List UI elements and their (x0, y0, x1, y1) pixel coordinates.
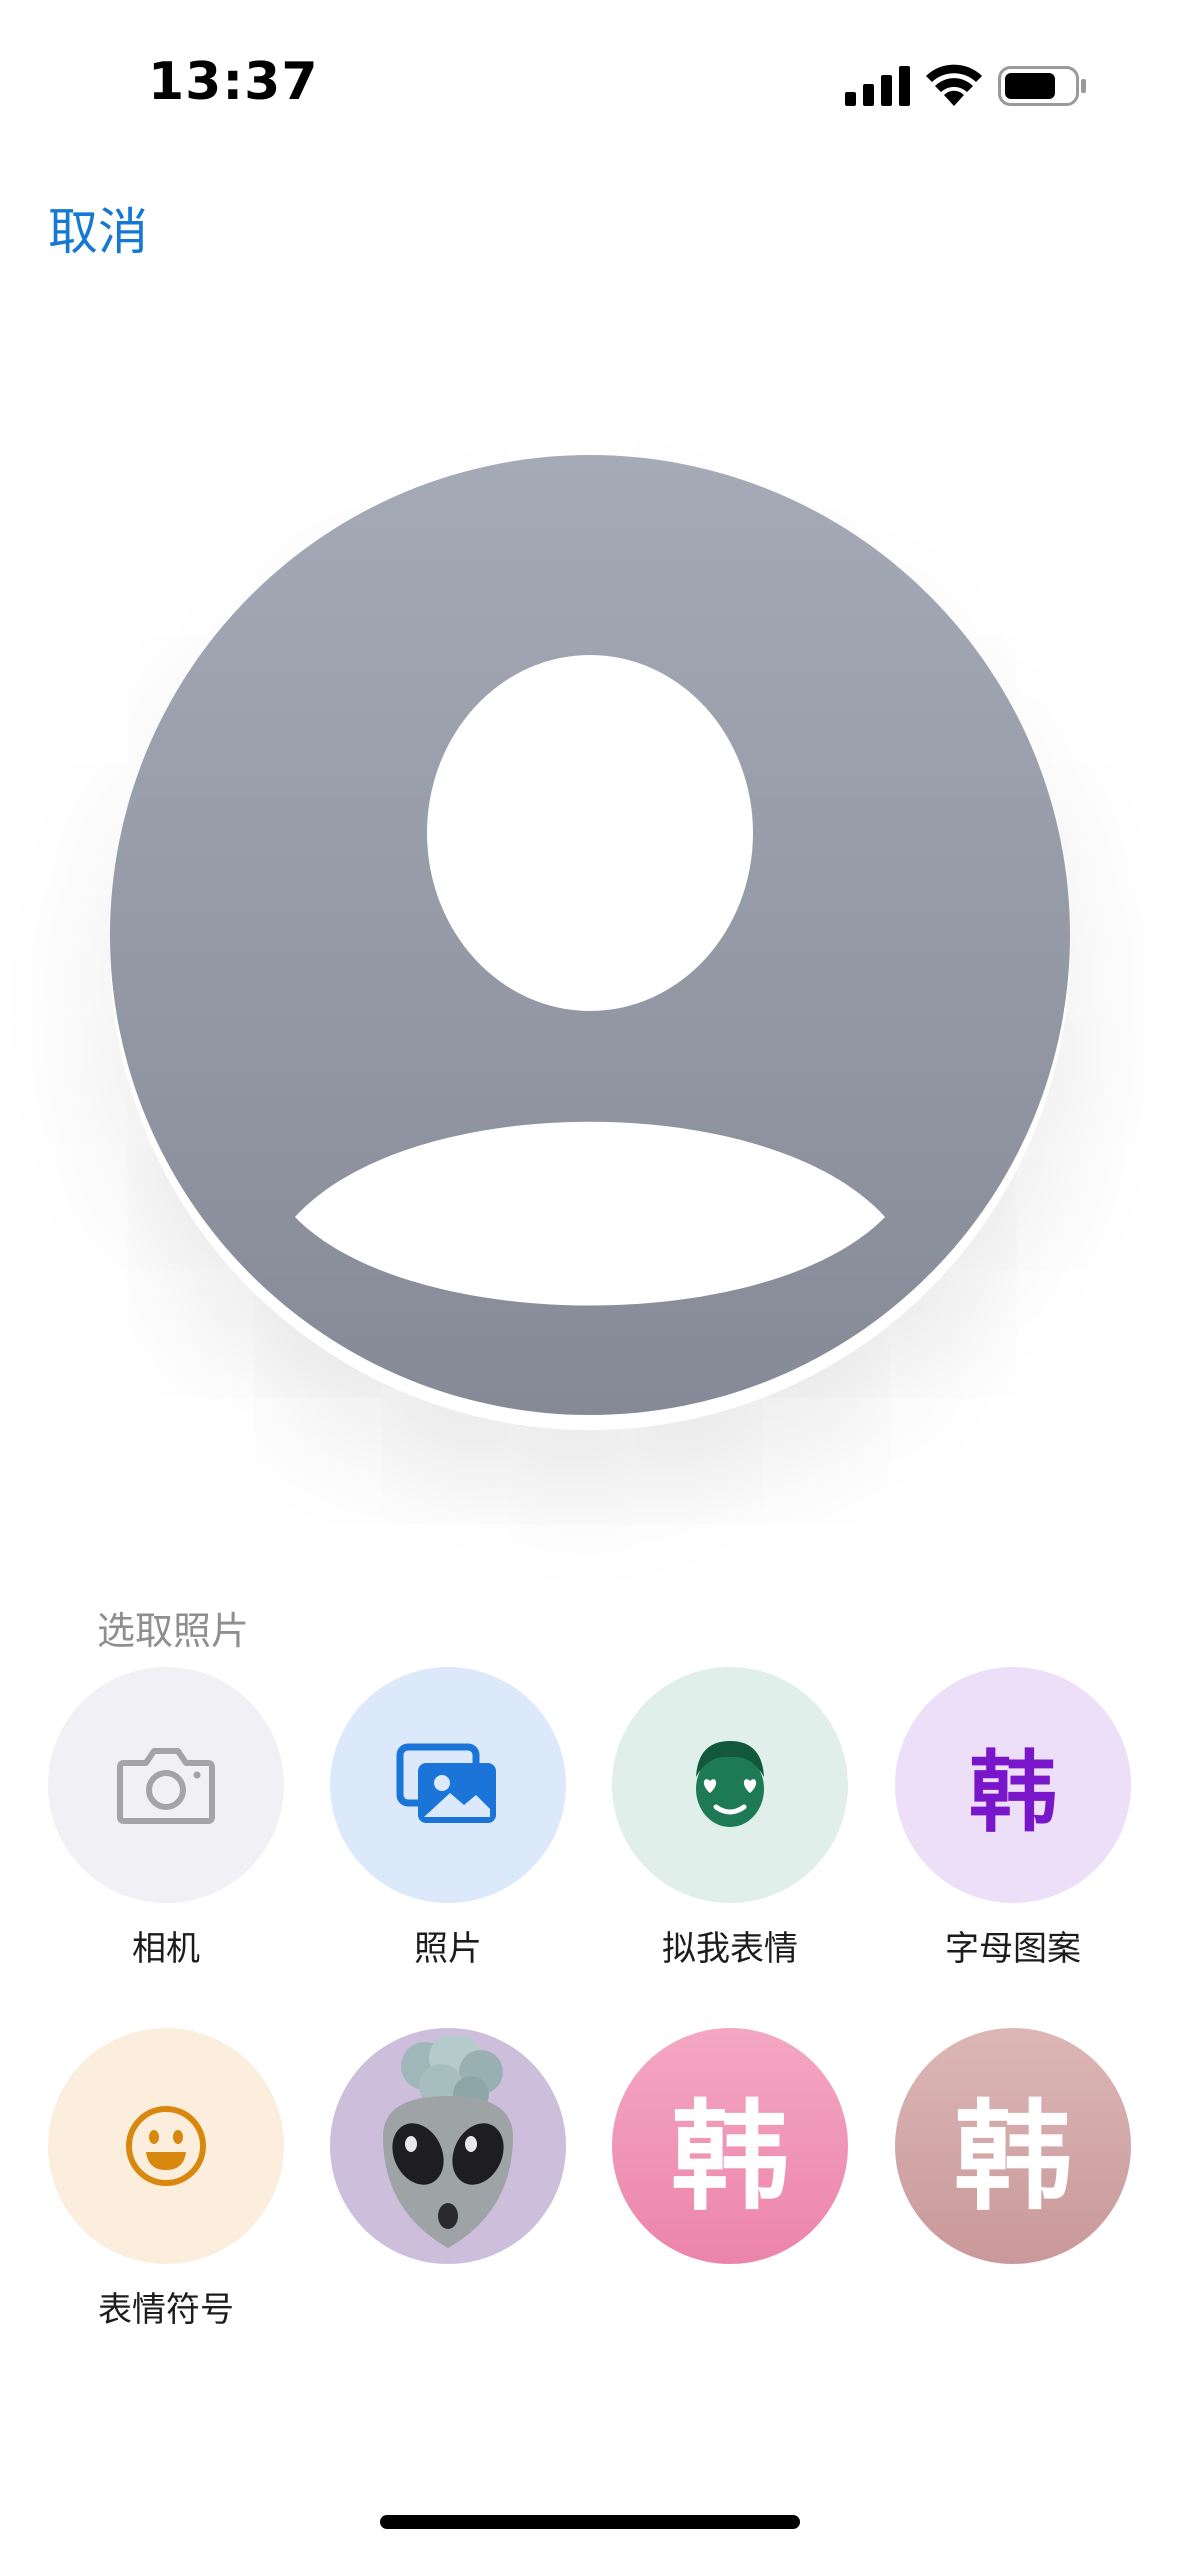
emoji-button[interactable] (48, 2028, 284, 2264)
option-monogram[interactable]: 韩 字母图案 (895, 1667, 1131, 1970)
option-label: 照片 (414, 1929, 482, 1969)
alien-memoji-icon (383, 2036, 513, 2248)
memoji-icon (696, 1741, 764, 1827)
default-avatar-icon (110, 455, 1070, 1415)
camera-icon (117, 1748, 215, 1824)
monogram-pink-button[interactable]: 韩 (612, 2028, 848, 2264)
option-alien-memoji[interactable] (330, 2028, 566, 2282)
camera-button[interactable] (48, 1667, 284, 1903)
monogram-rose-icon: 韩 (953, 2087, 1072, 2226)
memoji-button[interactable] (612, 1667, 848, 1903)
option-emoji[interactable]: 表情符号 (48, 2028, 284, 2331)
section-title: 选取照片 (97, 1609, 250, 1653)
monogram-rose-button[interactable]: 韩 (895, 2028, 1131, 2264)
avatar-preview (0, 0, 1179, 1600)
option-label: 表情符号 (98, 2290, 234, 2330)
option-monogram-rose[interactable]: 韩 (895, 2028, 1131, 2282)
option-label: 拟我表情 (662, 1929, 798, 1969)
alien-memoji-button[interactable] (330, 2028, 566, 2264)
photos-icon (396, 1743, 496, 1823)
option-camera[interactable]: 相机 (48, 1667, 284, 1970)
monogram-button[interactable]: 韩 (895, 1667, 1131, 1903)
monogram-pink-icon: 韩 (670, 2087, 789, 2226)
option-photos[interactable]: 照片 (330, 1667, 566, 1970)
option-memoji[interactable]: 拟我表情 (612, 1667, 848, 1970)
monogram-icon: 韩 (968, 1740, 1057, 1844)
home-indicator[interactable] (380, 2515, 800, 2529)
smiley-icon (126, 2106, 206, 2186)
option-label: 相机 (132, 1929, 200, 1969)
option-monogram-pink[interactable]: 韩 (612, 2028, 848, 2282)
photos-button[interactable] (330, 1667, 566, 1903)
option-label: 字母图案 (945, 1929, 1081, 1969)
